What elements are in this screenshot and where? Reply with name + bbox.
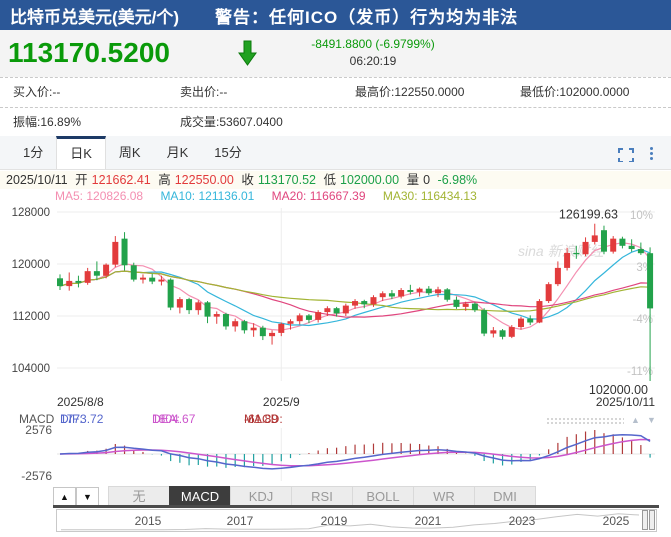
- range-navigator[interactable]: 2015 2017 2019 2021 2023 2025: [56, 509, 657, 532]
- price-change-block: -8491.8800 (-6.9799%) 06:20:19: [268, 37, 478, 68]
- ma5-legend: MA5: 120826.08: [55, 189, 143, 203]
- ma-legend: MA5: 120826.08 MA10: 121136.01 MA20: 116…: [55, 189, 491, 203]
- price-down-arrow-icon: [238, 40, 258, 66]
- ma10-legend: MA10: 121136.01: [160, 189, 254, 203]
- main-candlestick-chart[interactable]: 12800010%1200003%112000-4%104000-11%sina…: [0, 204, 671, 413]
- indicator-tab-dmi[interactable]: DMI: [474, 486, 536, 506]
- svg-text:2025/8/8: 2025/8/8: [57, 395, 104, 409]
- low-price: 最低价:102000.0000: [520, 78, 629, 107]
- btc-usd-chart-app: 比特币兑美元(美元/个) 警告：任何ICO（发币）行为均为非法 113170.5…: [0, 0, 671, 537]
- open-value: 121662.41: [92, 173, 151, 187]
- high-label: 高: [158, 173, 171, 187]
- indicator-tab-rsi[interactable]: RSI: [291, 486, 353, 506]
- page-title: 比特币兑美元(美元/个): [10, 3, 179, 28]
- quote-info-grid: 买入价:-- 卖出价:-- 最高价:122550.0000 最低价:102000…: [0, 77, 671, 136]
- ma20-legend: MA20: 116667.39: [272, 189, 366, 203]
- more-options-icon[interactable]: [650, 147, 654, 162]
- fullscreen-icon[interactable]: [618, 148, 634, 162]
- last-price: 113170.5200: [8, 37, 170, 69]
- high-price: 最高价:122550.0000: [355, 78, 464, 107]
- open-label: 开: [75, 173, 88, 187]
- macd-pane-resize-dots[interactable]: [546, 417, 624, 425]
- svg-text:sina 新浪财经: sina 新浪财经: [518, 243, 606, 259]
- indicator-tab-kdj[interactable]: KDJ: [230, 486, 292, 506]
- tab-daily-k[interactable]: 日K: [56, 136, 106, 169]
- vol-value: 0: [423, 173, 430, 187]
- tab-1min[interactable]: 1分: [10, 136, 56, 169]
- indicator-tab-bar: 无 MACD KDJ RSI BOLL WR DMI: [108, 486, 536, 506]
- header-bar: 比特币兑美元(美元/个) 警告：任何ICO（发币）行为均为非法: [0, 0, 671, 30]
- ma30-legend: MA30: 116434.13: [383, 189, 477, 203]
- svg-text:-11%: -11%: [627, 366, 653, 378]
- svg-text:120000: 120000: [12, 259, 50, 271]
- nav-year-2019: 2019: [312, 514, 356, 528]
- high-value: 122550.00: [175, 173, 234, 187]
- vol-label: 量: [407, 173, 420, 187]
- nav-year-2021: 2021: [406, 514, 450, 528]
- svg-text:2025/9: 2025/9: [263, 395, 300, 409]
- grid: 12800010%1200003%112000-4%104000-11%: [12, 207, 655, 381]
- close-value: 113170.52: [258, 173, 316, 187]
- svg-text:10%: 10%: [630, 210, 653, 222]
- low-label: 低: [323, 173, 336, 187]
- indicator-tab-wr[interactable]: WR: [413, 486, 475, 506]
- ico-warning-banner: 警告：任何ICO（发币）行为均为非法: [215, 3, 518, 28]
- svg-text:128000: 128000: [12, 207, 50, 219]
- indicator-tab-boll[interactable]: BOLL: [352, 486, 414, 506]
- tab-monthly-k[interactable]: 月K: [154, 136, 202, 169]
- ohlc-info-bar: 2025/10/11 开 121662.41 高 122550.00 收 113170…: [0, 171, 671, 189]
- pct-change: -6.98%: [438, 173, 478, 187]
- price-change: -8491.8800 (-6.9799%): [268, 37, 478, 51]
- svg-text:2025/10/11: 2025/10/11: [596, 395, 655, 409]
- amplitude: 振幅:16.89%: [13, 108, 81, 137]
- ask-price: 卖出价:--: [180, 78, 227, 107]
- indicator-tab-none[interactable]: 无: [108, 486, 170, 506]
- svg-text:104000: 104000: [12, 363, 50, 375]
- ohlc-date: 2025/10/11: [6, 173, 68, 187]
- nav-year-2017: 2017: [218, 514, 262, 528]
- period-tab-bar: 1分 日K 周K 月K 15分: [0, 136, 671, 170]
- quote-time: 06:20:19: [268, 54, 478, 68]
- svg-text:126199.63: 126199.63: [559, 208, 618, 222]
- bid-price: 买入价:--: [13, 78, 60, 107]
- nav-year-2015: 2015: [126, 514, 170, 528]
- pane-down-icon[interactable]: ▼: [647, 415, 656, 425]
- svg-text:112000: 112000: [12, 311, 50, 323]
- nav-year-2023: 2023: [500, 514, 544, 528]
- macd-chart[interactable]: [0, 427, 671, 485]
- tab-weekly-k[interactable]: 周K: [106, 136, 154, 169]
- low-value: 102000.00: [340, 173, 399, 187]
- nav-year-2025: 2025: [594, 514, 638, 528]
- indicator-tab-macd[interactable]: MACD: [169, 486, 231, 506]
- navigator-slider-handle-left[interactable]: [642, 510, 648, 530]
- tab-bar-underline: [53, 505, 659, 508]
- volume: 成交量:53607.0400: [180, 108, 283, 137]
- navigator-slider-handle-right[interactable]: [649, 510, 655, 530]
- quote-row: 113170.5200 -8491.8800 (-6.9799%) 06:20:…: [0, 30, 671, 77]
- pane-up-icon[interactable]: ▲: [631, 415, 640, 425]
- tab-15min[interactable]: 15分: [201, 136, 254, 169]
- close-label: 收: [241, 173, 254, 187]
